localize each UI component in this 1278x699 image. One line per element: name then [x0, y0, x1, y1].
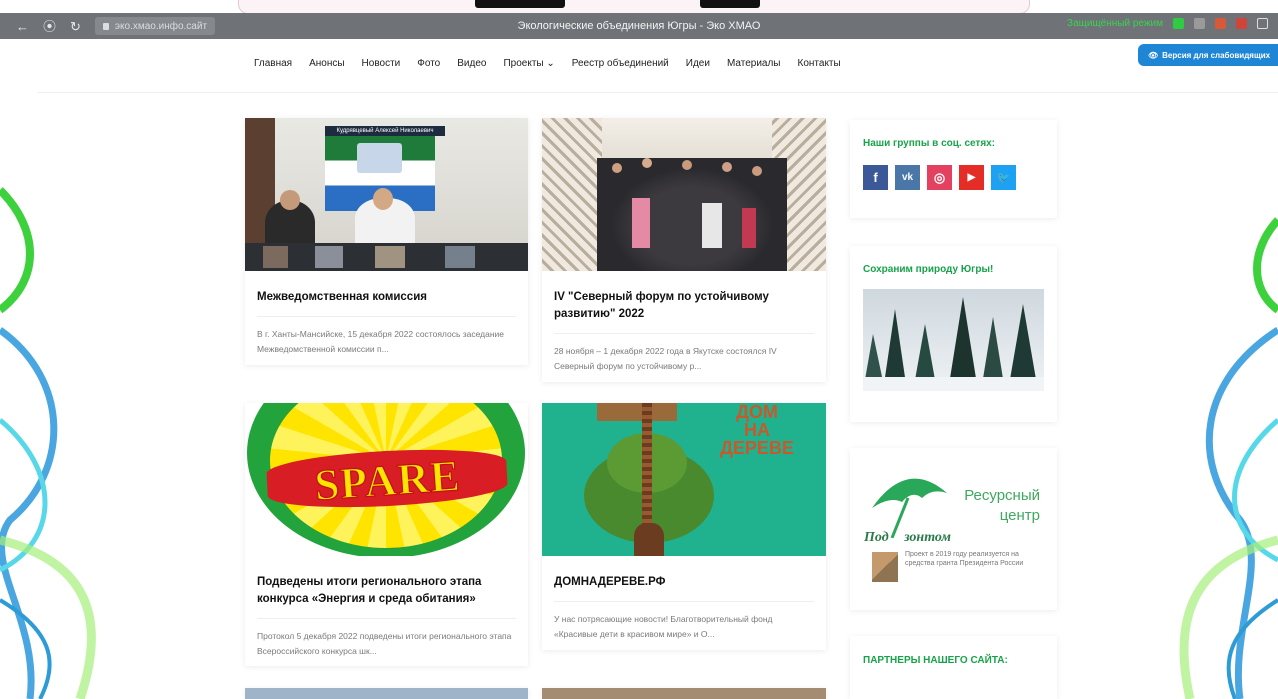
top-strip: [0, 0, 1278, 14]
extension-icon-2[interactable]: [1236, 18, 1247, 29]
nav-ideas[interactable]: Идеи: [686, 58, 710, 69]
speaker-caption: Кудрявцевый Алексей Николаевич: [325, 126, 445, 136]
news-card[interactable]: SPARE Подведены итоги регионального этап…: [245, 403, 528, 666]
card-image: [542, 118, 826, 271]
card-title[interactable]: Межведомственная комиссия: [257, 289, 516, 306]
card-image: ДОМ НА ДЕРЕВЕ: [542, 403, 826, 556]
tree-logo-line3: ДЕРЕВЕ: [720, 438, 794, 458]
low-vision-label: Версия для слабовидящих: [1162, 50, 1271, 60]
resource-center-widget[interactable]: Ресурсный центр Под зонтом Проект в 2019…: [850, 448, 1057, 610]
card-image: SPARE: [245, 403, 528, 556]
umbrella-icon: [872, 478, 947, 538]
browser-toolbar: ← ⦿ ↻ эко.хмао.инфо.сайт Экологические о…: [0, 13, 1278, 39]
news-card[interactable]: Кудрявцевый Алексей Николаевич Межведомс…: [245, 118, 528, 365]
news-card[interactable]: IV "Северный форум по устойчивому развит…: [542, 118, 826, 382]
card-divider: [554, 333, 814, 334]
news-card-partial[interactable]: [542, 688, 826, 699]
flag-icon: [872, 552, 898, 582]
news-card-partial[interactable]: [245, 688, 528, 699]
menu-icon[interactable]: [1257, 18, 1268, 29]
nav-materials[interactable]: Материалы: [727, 58, 781, 69]
card-divider: [554, 601, 814, 602]
card-title[interactable]: Подведены итоги регионального этапа конк…: [257, 574, 516, 608]
card-title[interactable]: IV "Северный форум по устойчивому развит…: [554, 289, 814, 323]
social-title: Наши группы в соц. сетях:: [863, 138, 996, 149]
partners-widget: ПАРТНЕРЫ НАШЕГО САЙТА:: [850, 636, 1057, 699]
card-divider: [257, 316, 516, 317]
tree-logo-line2: НА: [744, 420, 770, 440]
nav-home[interactable]: Главная: [254, 58, 292, 69]
card-image: Кудрявцевый Алексей Николаевич: [245, 118, 528, 271]
facebook-icon[interactable]: f: [863, 165, 888, 190]
card-excerpt: Протокол 5 декабря 2022 подведены итоги …: [257, 631, 512, 656]
resource-line2: центр: [999, 507, 1040, 524]
card-excerpt: В г. Ханты-Мансийске, 15 декабря 2022 со…: [257, 329, 505, 354]
card-excerpt: 28 ноября – 1 декабря 2022 года в Якутск…: [554, 346, 777, 371]
nature-title: Сохраним природу Югры!: [863, 264, 994, 275]
instagram-icon[interactable]: ◎: [927, 165, 952, 190]
header-divider: [38, 92, 1278, 93]
resource-line1: Ресурсный: [964, 487, 1040, 504]
low-vision-button[interactable]: 👁 Версия для слабовидящих: [1138, 44, 1278, 66]
nav-news[interactable]: Новости: [362, 58, 401, 69]
nav-registry[interactable]: Реестр объединений: [572, 58, 669, 69]
nav-video[interactable]: Видео: [457, 58, 486, 69]
resource-note: Проект в 2019 году реализуется на средст…: [905, 551, 1024, 567]
twitter-icon[interactable]: 🐦: [991, 165, 1016, 190]
vk-icon[interactable]: vk: [895, 165, 920, 190]
bookmark-icon[interactable]: [1194, 18, 1205, 29]
extension-icon[interactable]: [1215, 18, 1226, 29]
brand-pod: Под: [864, 530, 889, 545]
tree-logo-line1: ДОМ: [736, 403, 778, 422]
youtube-icon[interactable]: ▶: [959, 165, 984, 190]
winter-forest-image: [863, 289, 1044, 391]
reader-mode-label[interactable]: Защищённый режим: [1067, 18, 1163, 29]
main-navigation: Главная Анонсы Новости Фото Видео Проект…: [254, 58, 858, 69]
nav-photo[interactable]: Фото: [417, 58, 440, 69]
card-divider: [257, 618, 516, 619]
extension-shield-icon[interactable]: [1173, 18, 1184, 29]
social-widget: Наши группы в соц. сетях: f vk ◎ ▶ 🐦: [850, 120, 1057, 218]
nav-announcements[interactable]: Анонсы: [309, 58, 344, 69]
brand-zontom: зонтом: [904, 530, 951, 545]
nature-widget: Сохраним природу Югры!: [850, 246, 1057, 422]
partners-title: ПАРТНЕРЫ НАШЕГО САЙТА:: [863, 655, 1008, 666]
card-title[interactable]: ДОМНАДЕРЕВЕ.РФ: [554, 574, 814, 591]
news-card[interactable]: ДОМ НА ДЕРЕВЕ ДОМНАДЕРЕВЕ.РФ У нас потря…: [542, 403, 826, 650]
card-excerpt: У нас потрясающие новости! Благотворител…: [554, 614, 773, 639]
nav-projects[interactable]: Проекты ⌄: [503, 58, 554, 69]
eye-icon: 👁: [1148, 50, 1159, 60]
nav-contacts[interactable]: Контакты: [798, 58, 841, 69]
